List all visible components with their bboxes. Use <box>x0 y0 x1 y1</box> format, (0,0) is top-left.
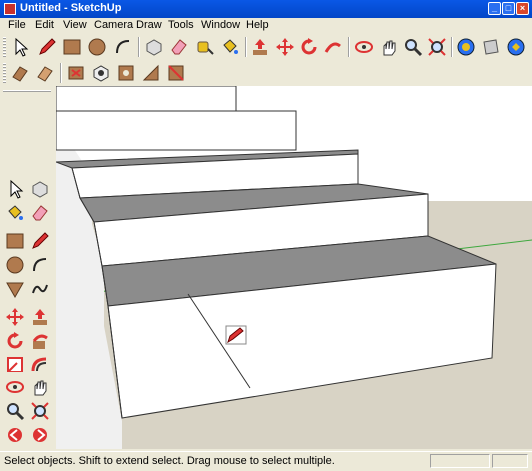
push-pull-icon[interactable] <box>249 36 271 58</box>
move-icon[interactable] <box>274 36 296 58</box>
maximize-button[interactable]: □ <box>502 2 515 15</box>
model-scene <box>56 86 532 449</box>
pan-icon[interactable] <box>29 376 51 398</box>
close-button[interactable]: × <box>516 2 529 15</box>
value-control-box[interactable] <box>492 454 528 468</box>
rectangle-icon[interactable] <box>61 36 83 58</box>
paint-bucket-icon[interactable] <box>4 202 26 224</box>
toolbar-separator <box>60 63 62 83</box>
sketchup-app-icon <box>4 3 16 15</box>
pan-icon[interactable] <box>378 36 400 58</box>
drawing-viewport[interactable] <box>56 86 532 449</box>
main-toolbar <box>0 34 532 60</box>
minimize-button[interactable]: _ <box>488 2 501 15</box>
next-view-icon[interactable] <box>29 424 51 446</box>
rotate-icon[interactable] <box>4 330 26 352</box>
paint-bucket-icon[interactable] <box>219 36 241 58</box>
toolbar-grip[interactable] <box>3 90 51 93</box>
display-icon[interactable] <box>165 62 187 84</box>
toolbar-separator <box>348 37 350 57</box>
menu-window[interactable]: Window <box>201 19 240 31</box>
push-pull-icon[interactable] <box>29 306 51 328</box>
menu-tools[interactable]: Tools <box>168 19 194 31</box>
previous-view-icon[interactable] <box>4 424 26 446</box>
make-component-icon[interactable] <box>29 178 51 200</box>
pencil-icon[interactable] <box>36 36 58 58</box>
window-title: Untitled - SketchUp <box>20 2 122 14</box>
arc-icon[interactable] <box>112 36 134 58</box>
group-icon[interactable] <box>90 62 112 84</box>
share-model-icon[interactable] <box>480 36 502 58</box>
zoom-icon[interactable] <box>4 400 26 422</box>
section-fill-icon[interactable] <box>34 62 56 84</box>
pencil-icon[interactable] <box>29 230 51 252</box>
orbit-icon[interactable] <box>4 376 26 398</box>
menu-camera[interactable]: Camera <box>94 19 133 31</box>
move-icon[interactable] <box>4 306 26 328</box>
menu-bar: File Edit View Camera Draw Tools Window … <box>0 18 532 34</box>
camera-toolbar <box>0 372 56 451</box>
3d-warehouse-icon[interactable] <box>505 36 527 58</box>
get-models-icon[interactable] <box>455 36 477 58</box>
status-text: Select objects. Shift to extend select. … <box>4 455 335 467</box>
status-bar: Select objects. Shift to extend select. … <box>0 451 532 471</box>
toolbar-separator <box>245 37 247 57</box>
section-plane-icon[interactable] <box>9 62 31 84</box>
secondary-toolbar <box>0 60 200 86</box>
rectangle-icon[interactable] <box>4 230 26 252</box>
sandbox-icon[interactable] <box>115 62 137 84</box>
title-bar: Untitled - SketchUp _ □ × <box>0 0 532 18</box>
freehand-icon[interactable] <box>29 278 51 300</box>
rotate-icon[interactable] <box>298 36 320 58</box>
menu-help[interactable]: Help <box>246 19 269 31</box>
select-icon[interactable] <box>4 178 26 200</box>
stair-riser-4 <box>56 110 297 151</box>
menu-edit[interactable]: Edit <box>35 19 54 31</box>
circle-icon[interactable] <box>4 254 26 276</box>
eraser-icon[interactable] <box>168 36 190 58</box>
menu-view[interactable]: View <box>63 19 87 31</box>
menu-draw[interactable]: Draw <box>136 19 162 31</box>
zoom-icon[interactable] <box>402 36 424 58</box>
toolbar-grip[interactable] <box>3 37 6 57</box>
select-icon[interactable] <box>9 36 31 58</box>
menu-file[interactable]: File <box>8 19 26 31</box>
circle-icon[interactable] <box>86 36 108 58</box>
eraser-icon[interactable] <box>29 202 51 224</box>
follow-me-icon[interactable] <box>29 330 51 352</box>
zoom-window-icon[interactable] <box>29 400 51 422</box>
follow-me-icon[interactable] <box>322 36 344 58</box>
component-icon[interactable] <box>65 62 87 84</box>
orbit-icon[interactable] <box>353 36 375 58</box>
zoom-extents-icon[interactable] <box>426 36 448 58</box>
hide-icon[interactable] <box>140 62 162 84</box>
stair-riser-5 <box>56 86 237 112</box>
toolbar-grip[interactable] <box>3 63 6 83</box>
make-component-icon[interactable] <box>143 36 165 58</box>
tape-measure-icon[interactable] <box>194 36 216 58</box>
measurements-field[interactable] <box>430 454 490 468</box>
toolbar-separator <box>451 37 453 57</box>
toolbar-separator <box>138 37 140 57</box>
polygon-icon[interactable] <box>4 278 26 300</box>
arc-icon[interactable] <box>29 254 51 276</box>
pencil-cursor-icon <box>225 325 247 345</box>
